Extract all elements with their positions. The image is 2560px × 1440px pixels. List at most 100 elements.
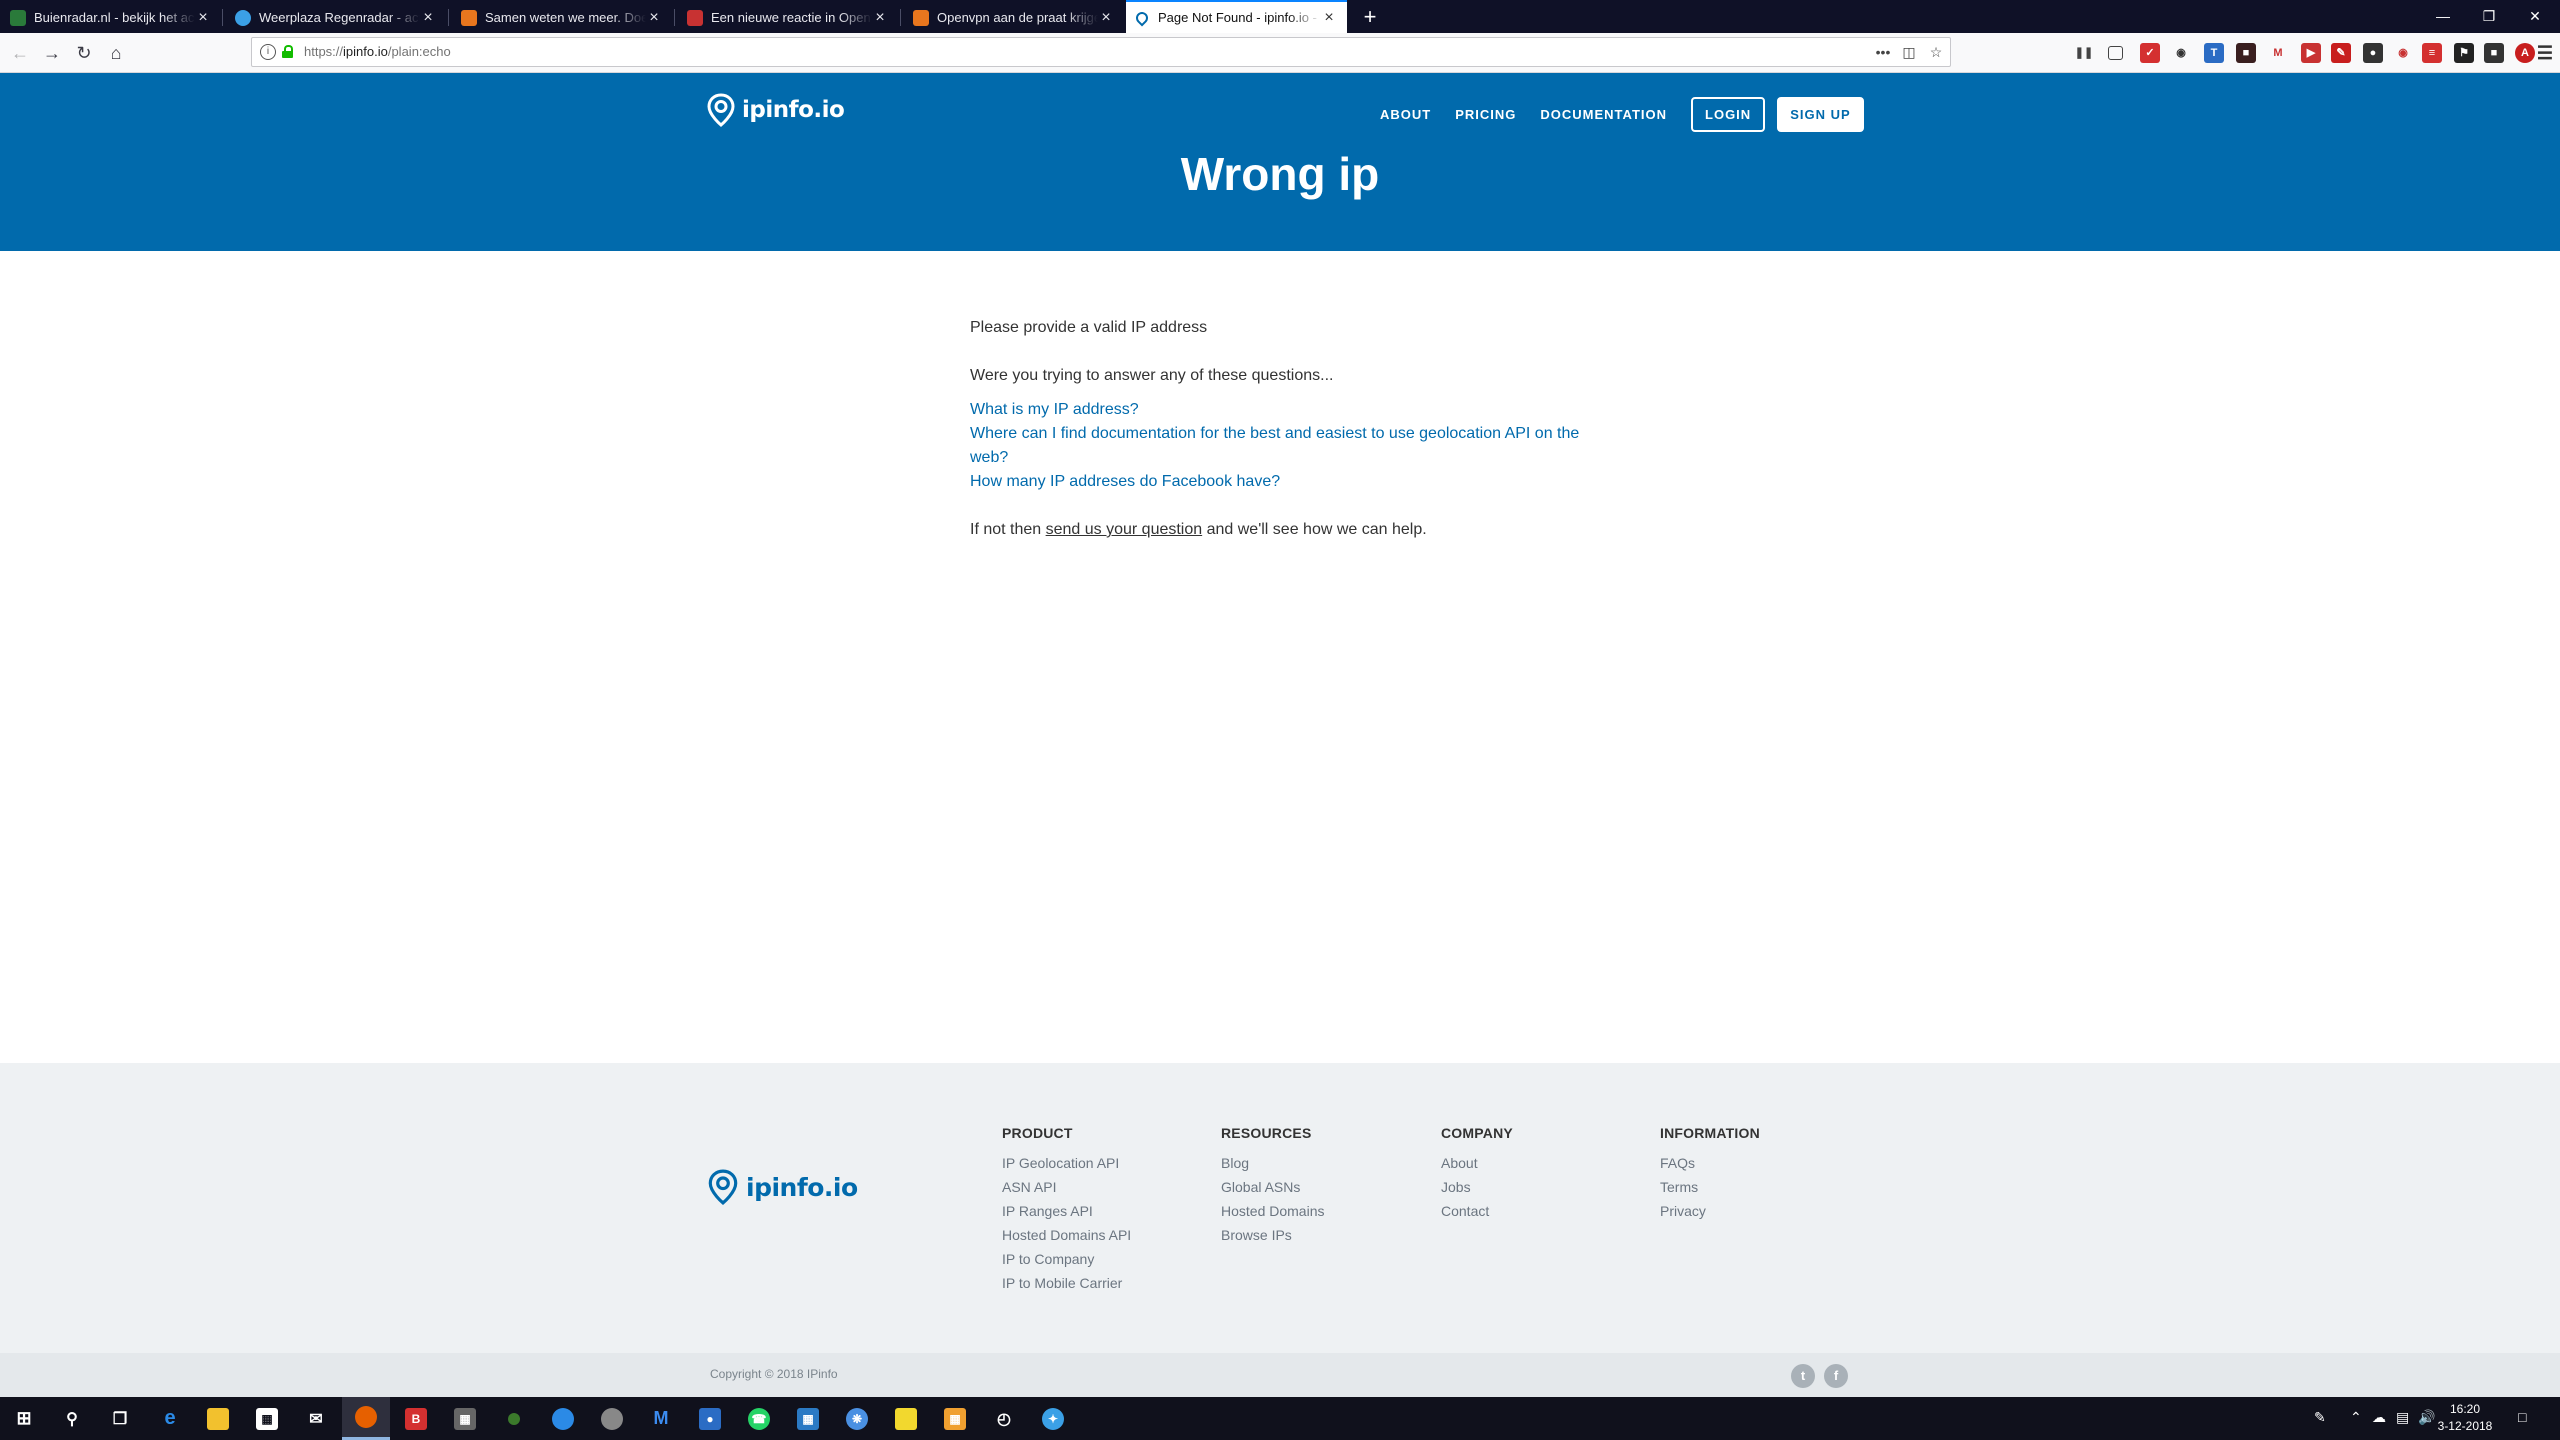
facebook-icon[interactable]: f — [1824, 1364, 1848, 1388]
gmail-icon[interactable]: M — [2268, 43, 2288, 63]
extension-icon[interactable]: T — [2204, 43, 2224, 63]
browser-tab[interactable]: Weerplaza Regenradar - actuele neerslag … — [225, 2, 446, 33]
network-icon[interactable]: ▤ — [2396, 1409, 2409, 1426]
file-explorer-icon[interactable] — [194, 1397, 242, 1440]
question-link[interactable]: What is my IP address? — [970, 401, 1139, 418]
question-link[interactable]: How many IP addreses do Facebook have? — [970, 473, 1280, 490]
system-clock[interactable]: 16:20 3-12-2018 — [2430, 1401, 2500, 1435]
tab-close-icon[interactable]: × — [420, 9, 436, 27]
close-window-icon[interactable]: ✕ — [2512, 0, 2558, 33]
tab-close-icon[interactable]: × — [1098, 9, 1114, 27]
extension-icon[interactable]: A — [2515, 43, 2535, 63]
footer-link[interactable]: Blog — [1221, 1151, 1421, 1175]
extension-icon[interactable]: ■ — [2236, 43, 2256, 63]
url-text[interactable]: https://ipinfo.io/plain:echo — [304, 44, 451, 59]
home-icon[interactable]: ⌂ — [102, 39, 130, 67]
search-icon[interactable]: ⚲ — [48, 1397, 96, 1440]
extension-icon[interactable]: ✎ — [2331, 43, 2351, 63]
sidebar-icon[interactable] — [2108, 46, 2123, 60]
app-icon[interactable]: ❋ — [833, 1397, 881, 1440]
restore-window-icon[interactable]: ❐ — [2466, 0, 2512, 33]
onedrive-icon[interactable]: ☁ — [2372, 1409, 2386, 1426]
new-tab-button[interactable]: + — [1356, 3, 1384, 31]
extension-icon[interactable]: ≡ — [2422, 43, 2442, 63]
nav-pricing-link[interactable]: PRICING — [1455, 107, 1516, 122]
extension-icon[interactable]: ◉ — [2393, 43, 2413, 63]
browser-tab[interactable]: Buienradar.nl - bekijk het actuele weer … — [0, 2, 221, 33]
extension-icon[interactable]: ◉ — [2171, 43, 2191, 63]
footer-link[interactable]: IP Ranges API — [1002, 1199, 1202, 1223]
mail-icon[interactable]: ✉ — [292, 1397, 340, 1440]
extension-icon[interactable]: ● — [2363, 43, 2383, 63]
tab-close-icon[interactable]: × — [646, 9, 662, 27]
browser-tab[interactable]: Een nieuwe reactie in Openvpn × — [677, 2, 898, 33]
whatsapp-icon[interactable]: ☎ — [735, 1397, 783, 1440]
app-icon[interactable] — [490, 1397, 538, 1440]
app-icon[interactable]: ✦ — [1029, 1397, 1077, 1440]
footer-link[interactable]: IP to Mobile Carrier — [1002, 1271, 1202, 1295]
app-icon[interactable]: ▦ — [784, 1397, 832, 1440]
site-info-icon[interactable]: i — [260, 44, 276, 60]
tab-close-icon[interactable]: × — [1321, 9, 1337, 27]
footer-link[interactable]: Browse IPs — [1221, 1223, 1421, 1247]
extension-icon[interactable]: ▶ — [2301, 43, 2321, 63]
browser-tab-active[interactable]: Page Not Found - ipinfo.io - IP × — [1126, 0, 1347, 33]
hamburger-menu-icon[interactable]: ☰ — [2535, 43, 2555, 63]
task-view-icon[interactable]: ❐ — [96, 1397, 144, 1440]
footer-link[interactable]: IP to Company — [1002, 1247, 1202, 1271]
edge-icon[interactable]: e — [146, 1397, 194, 1440]
footer-link[interactable]: ASN API — [1002, 1175, 1202, 1199]
question-link[interactable]: Where can I find documentation for the b… — [970, 425, 1579, 466]
page-actions-menu-icon[interactable]: ••• — [1872, 42, 1894, 62]
browser-tab[interactable]: Openvpn aan de praat krijgen × — [903, 2, 1124, 33]
forward-icon[interactable]: → — [38, 39, 66, 67]
tab-close-icon[interactable]: × — [195, 9, 211, 27]
twitter-icon[interactable]: t — [1791, 1364, 1815, 1388]
send-question-link[interactable]: send us your question — [1046, 521, 1203, 538]
footer-logo[interactable]: ipinfo.io — [708, 1169, 858, 1205]
tab-close-icon[interactable]: × — [872, 9, 888, 27]
footer-link[interactable]: Privacy — [1660, 1199, 1860, 1223]
app-icon[interactable]: ▦ — [441, 1397, 489, 1440]
footer-link[interactable]: Hosted Domains — [1221, 1199, 1421, 1223]
footer-link[interactable]: FAQs — [1660, 1151, 1860, 1175]
start-button[interactable]: ⊞ — [0, 1397, 48, 1440]
firefox-icon[interactable] — [342, 1397, 390, 1440]
sticky-notes-icon[interactable] — [882, 1397, 930, 1440]
address-bar[interactable]: i https://ipinfo.io/plain:echo ••• ◫ ☆ — [251, 37, 1951, 67]
nav-about-link[interactable]: ABOUT — [1380, 107, 1431, 122]
footer-link[interactable]: Hosted Domains API — [1002, 1223, 1202, 1247]
show-hidden-icons-icon[interactable]: ⌃ — [2350, 1409, 2362, 1426]
minimize-window-icon[interactable]: — — [2420, 0, 2466, 33]
footer-link[interactable]: Jobs — [1441, 1175, 1641, 1199]
speed-icon[interactable]: ◴ — [980, 1397, 1028, 1440]
back-icon[interactable]: ← — [6, 39, 34, 67]
malwarebytes-icon[interactable]: M — [637, 1397, 685, 1440]
login-button[interactable]: LOGIN — [1691, 96, 1766, 132]
store-icon[interactable]: ▦ — [243, 1397, 291, 1440]
footer-link[interactable]: IP Geolocation API — [1002, 1151, 1202, 1175]
pen-icon[interactable]: ✎ — [2314, 1409, 2326, 1426]
footer-link[interactable]: Terms — [1660, 1175, 1860, 1199]
app-b-icon[interactable]: B — [392, 1397, 440, 1440]
app-icon[interactable]: ▦ — [931, 1397, 979, 1440]
app-icon[interactable]: ● — [686, 1397, 734, 1440]
site-footer: ipinfo.io PRODUCT IP Geolocation API ASN… — [0, 1063, 2560, 1353]
reload-icon[interactable]: ↻ — [70, 39, 98, 67]
app-icon[interactable] — [588, 1397, 636, 1440]
extension-icon[interactable]: ⚑ — [2454, 43, 2474, 63]
bookmark-star-icon[interactable]: ☆ — [1925, 42, 1947, 62]
nav-documentation-link[interactable]: DOCUMENTATION — [1540, 107, 1667, 122]
extension-icon[interactable]: ■ — [2484, 43, 2504, 63]
site-logo[interactable]: ipinfo.io — [707, 93, 845, 127]
app-icon[interactable] — [539, 1397, 587, 1440]
footer-link[interactable]: Contact — [1441, 1199, 1641, 1223]
footer-link[interactable]: About — [1441, 1151, 1641, 1175]
extension-icon[interactable]: ✓ — [2140, 43, 2160, 63]
browser-tab[interactable]: Samen weten we meer. Doe je mee? × — [451, 2, 672, 33]
signup-button[interactable]: SIGN UP — [1777, 96, 1864, 132]
action-center-icon[interactable]: □ — [2518, 1409, 2526, 1425]
pocket-icon[interactable]: ◫ — [1898, 42, 1920, 62]
footer-link[interactable]: Global ASNs — [1221, 1175, 1421, 1199]
library-icon[interactable]: ❚❚ — [2074, 43, 2094, 63]
